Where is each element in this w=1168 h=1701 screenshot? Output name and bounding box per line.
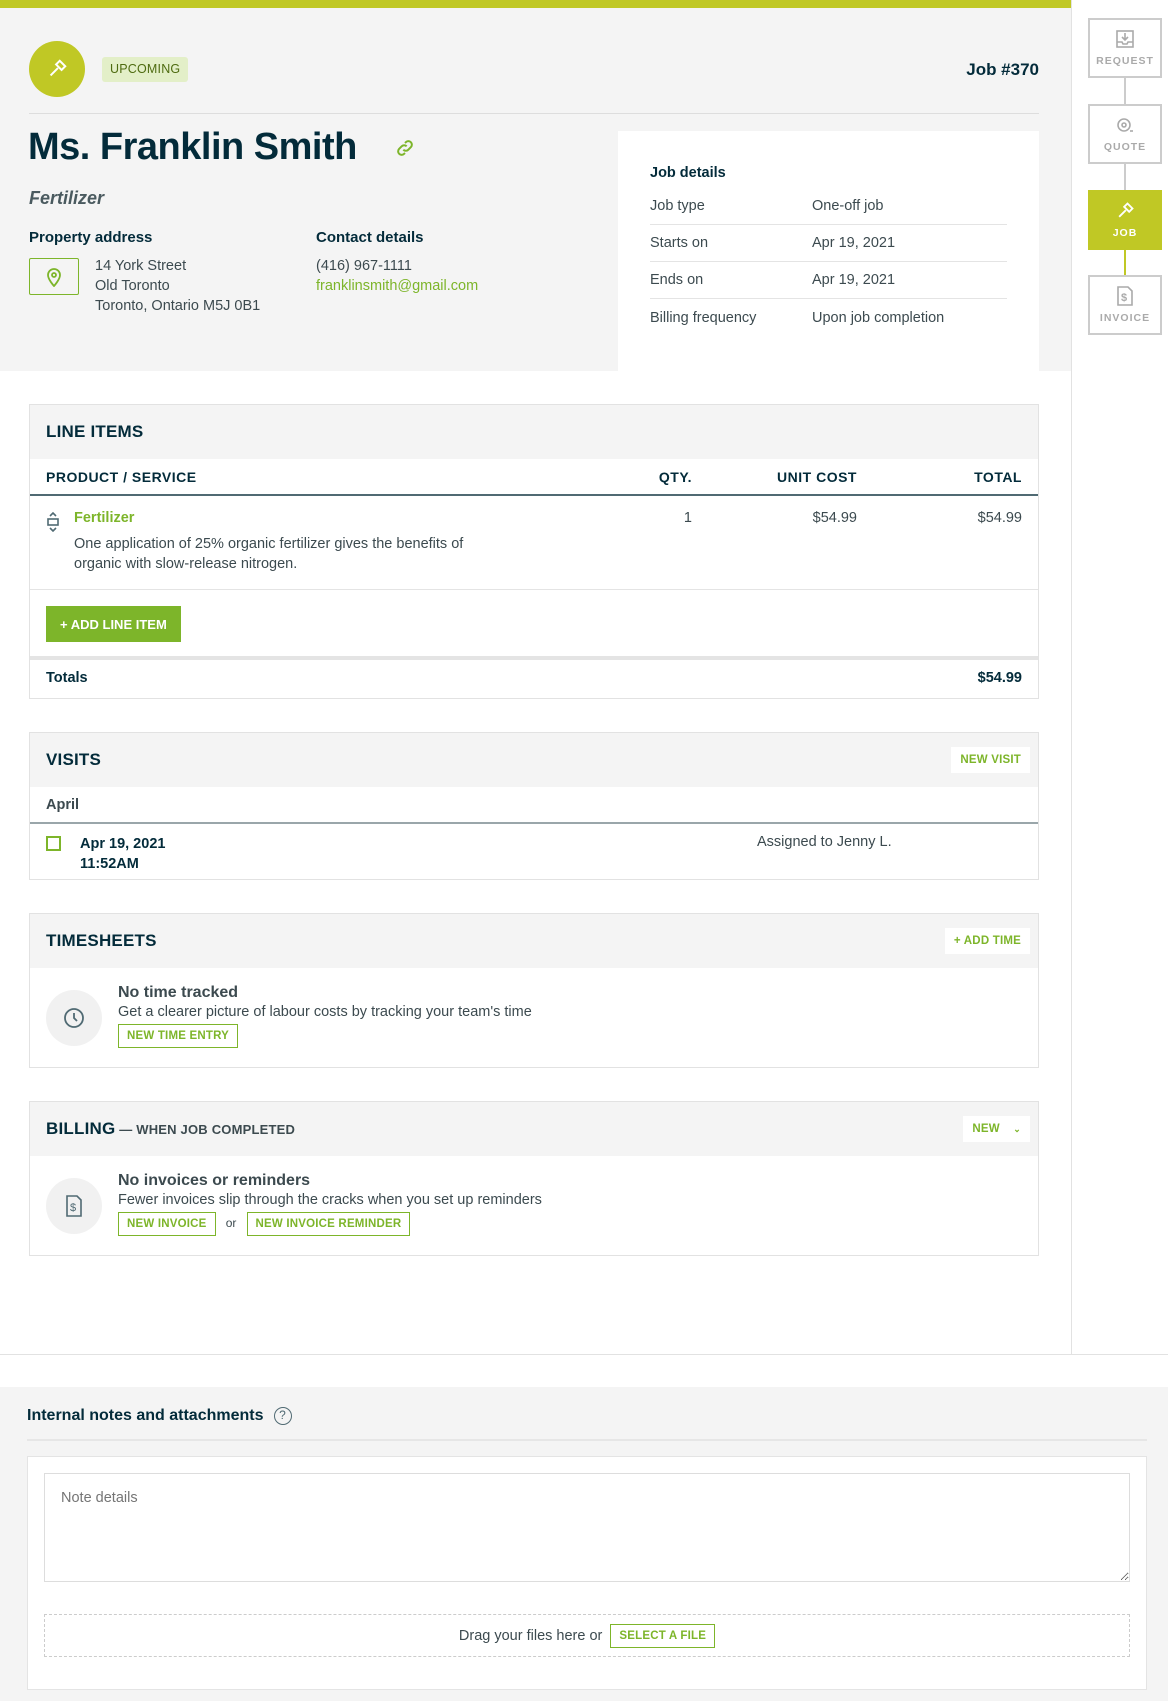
sidebar-divider bbox=[1071, 0, 1072, 1354]
status-bar bbox=[0, 0, 1072, 8]
hammer-icon bbox=[1118, 202, 1134, 218]
client-name[interactable]: Ms. Franklin Smith bbox=[28, 126, 357, 169]
workflow-connector bbox=[1124, 164, 1126, 190]
new-invoice-button[interactable]: NEW INVOICE bbox=[118, 1212, 216, 1236]
measuring-tape-icon bbox=[1117, 118, 1133, 132]
file-drop-zone[interactable]: Drag your files here or SELECT A FILE bbox=[44, 1614, 1130, 1657]
line-item-unit-cost: $54.99 bbox=[812, 510, 857, 526]
visits-title: VISITS bbox=[46, 750, 102, 769]
svg-text:$: $ bbox=[1121, 292, 1128, 304]
billing-empty-text: Fewer invoices slip through the cracks w… bbox=[118, 1192, 542, 1208]
map-button[interactable] bbox=[29, 258, 79, 295]
workflow-step-quote[interactable]: QUOTE bbox=[1088, 104, 1162, 164]
contact-details-label: Contact details bbox=[316, 229, 424, 246]
job-details-panel: Job details Job type One-off job Starts o… bbox=[618, 131, 1039, 371]
timesheets-card: TIMESHEETS + ADD TIME No time tracked Ge… bbox=[29, 913, 1039, 1068]
billing-card: BILLING — WHEN JOB COMPLETED NEW ⌄ $ No … bbox=[29, 1101, 1039, 1256]
visit-row[interactable]: Apr 19, 2021 11:52AM Assigned to Jenny L. bbox=[30, 824, 1038, 884]
workflow-step-job[interactable]: JOB bbox=[1088, 190, 1162, 250]
new-visit-button[interactable]: NEW VISIT bbox=[951, 747, 1030, 773]
line-item-description: One application of 25% organic fertilize… bbox=[74, 536, 464, 572]
notes-title: Internal notes and attachments bbox=[27, 1407, 264, 1424]
timesheets-empty-text: Get a clearer picture of labour costs by… bbox=[118, 1004, 532, 1020]
job-status-avatar bbox=[29, 41, 85, 97]
link-icon[interactable] bbox=[395, 138, 415, 158]
section-divider bbox=[0, 1354, 1168, 1355]
select-file-button[interactable]: SELECT A FILE bbox=[610, 1623, 716, 1648]
totals-value: $54.99 bbox=[977, 670, 1022, 686]
visits-month: April bbox=[30, 787, 1038, 824]
line-item-name[interactable]: Fertilizer bbox=[74, 510, 484, 526]
new-invoice-reminder-button[interactable]: NEW INVOICE REMINDER bbox=[246, 1212, 411, 1236]
job-details-row: Job type One-off job bbox=[650, 188, 1007, 225]
workflow-connector bbox=[1124, 78, 1126, 104]
workflow-step-request[interactable]: REQUEST bbox=[1088, 18, 1162, 78]
internal-notes-section: Internal notes and attachments ? Drag yo… bbox=[0, 1387, 1168, 1701]
visits-card: VISITS NEW VISIT April Apr 19, 2021 11:52… bbox=[29, 732, 1039, 880]
billing-empty-title: No invoices or reminders bbox=[118, 1172, 311, 1189]
svg-text:$: $ bbox=[70, 1202, 76, 1214]
drag-handle-icon[interactable] bbox=[46, 512, 60, 532]
visit-assignee: Assigned to Jenny L. bbox=[757, 834, 892, 850]
invoice-dollar-icon: $ bbox=[1117, 286, 1133, 306]
visit-checkbox[interactable] bbox=[46, 836, 61, 851]
add-line-item-button[interactable]: + ADD LINE ITEM bbox=[46, 606, 181, 642]
line-item-qty: 1 bbox=[683, 510, 692, 526]
job-number: Job #370 bbox=[966, 60, 1039, 79]
billing-title: BILLING bbox=[46, 1119, 116, 1138]
note-details-input[interactable] bbox=[44, 1473, 1130, 1582]
map-pin-icon bbox=[47, 267, 61, 287]
clock-icon bbox=[64, 1008, 84, 1028]
property-address: 14 York Street Old Toronto Toronto, Onta… bbox=[95, 258, 261, 314]
job-details-row: Billing frequency Upon job completion bbox=[650, 309, 945, 326]
billing-subtitle: — WHEN JOB COMPLETED bbox=[115, 1122, 296, 1137]
timesheets-title: TIMESHEETS bbox=[46, 931, 157, 950]
line-item-total: $54.99 bbox=[977, 510, 1022, 526]
workflow-step-invoice[interactable]: $ INVOICE bbox=[1088, 275, 1162, 335]
new-billing-dropdown[interactable]: NEW ⌄ bbox=[963, 1116, 1030, 1142]
line-items-title: LINE ITEMS bbox=[46, 422, 144, 441]
help-icon[interactable]: ? bbox=[273, 1407, 292, 1425]
workflow-connector bbox=[1124, 250, 1126, 275]
invoice-dollar-icon: $ bbox=[66, 1195, 82, 1217]
inbox-download-icon bbox=[1116, 30, 1134, 48]
job-details-row: Ends on Apr 19, 2021 bbox=[650, 262, 1007, 299]
job-details-row: Starts on Apr 19, 2021 bbox=[650, 225, 1007, 262]
add-time-button[interactable]: + ADD TIME bbox=[944, 928, 1030, 954]
or-text: or bbox=[225, 1216, 237, 1230]
status-badge: UPCOMING bbox=[102, 57, 189, 82]
line-items-card: LINE ITEMS PRODUCT / SERVICE QTY. UNIT C… bbox=[29, 404, 1039, 699]
totals-label: Totals bbox=[46, 670, 88, 686]
property-address-label: Property address bbox=[29, 229, 153, 246]
job-details-title: Job details bbox=[650, 165, 726, 181]
phone: (416) 967-1111 bbox=[316, 258, 412, 274]
hammer-icon bbox=[49, 59, 67, 77]
new-time-entry-button[interactable]: NEW TIME ENTRY bbox=[118, 1024, 239, 1048]
chevron-down-icon: ⌄ bbox=[1013, 1124, 1021, 1134]
email-link[interactable]: franklinsmith@gmail.com bbox=[316, 278, 478, 294]
contact-details: (416) 967-1111 franklinsmith@gmail.com bbox=[316, 256, 478, 296]
timesheets-empty-title: No time tracked bbox=[118, 984, 239, 1001]
job-title: Fertilizer bbox=[29, 188, 105, 208]
table-row[interactable]: Fertilizer One application of 25% organi… bbox=[30, 496, 1038, 590]
line-items-header: PRODUCT / SERVICE QTY. UNIT COST TOTAL bbox=[30, 459, 1038, 496]
header-divider bbox=[29, 113, 1039, 114]
